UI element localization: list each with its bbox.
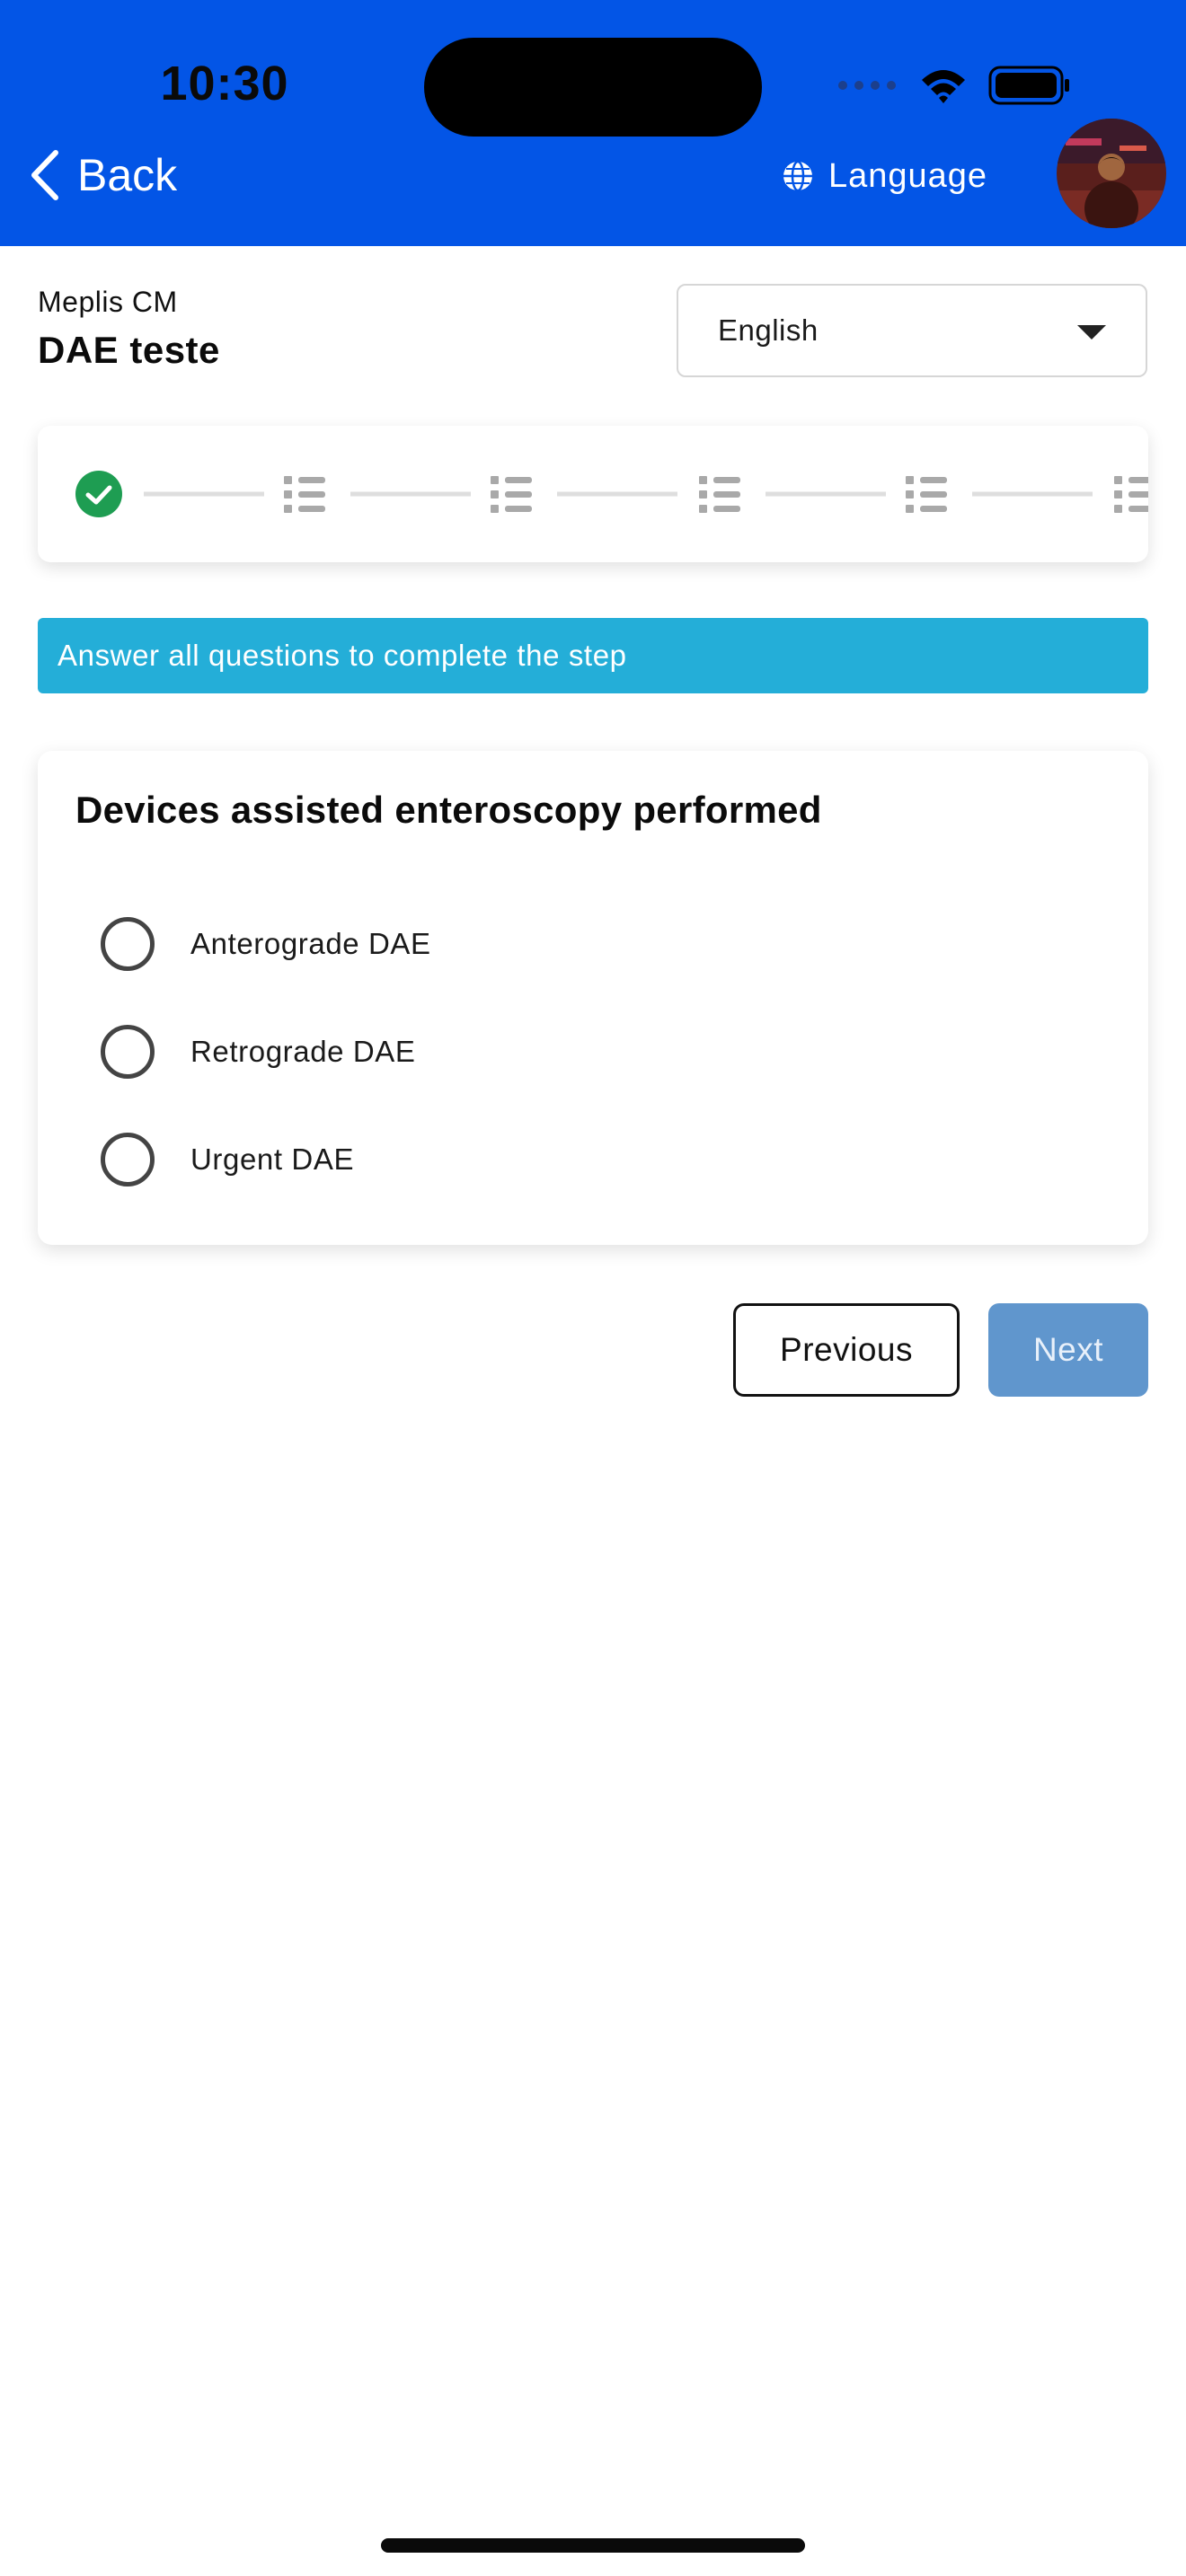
app-header: 10:30 Back Language xyxy=(0,0,1186,246)
radio-button[interactable] xyxy=(101,1025,155,1079)
radio-button[interactable] xyxy=(101,1133,155,1187)
dynamic-island xyxy=(424,38,762,137)
option-anterograde-dae[interactable]: Anterograde DAE xyxy=(101,913,431,975)
previous-button[interactable]: Previous xyxy=(733,1303,960,1397)
caret-down-icon xyxy=(1077,325,1106,340)
language-button[interactable]: Language xyxy=(782,149,987,203)
question-card: Devices assisted enteroscopy performed A… xyxy=(38,751,1148,1245)
check-circle-icon xyxy=(75,471,122,517)
option-label: Urgent DAE xyxy=(190,1142,355,1176)
chevron-left-icon xyxy=(31,150,58,200)
status-time: 10:30 xyxy=(160,57,289,110)
language-select-value: English xyxy=(718,313,819,347)
option-label: Retrograde DAE xyxy=(190,1035,416,1068)
page-title: DAE teste xyxy=(38,329,220,371)
step-3-list-icon[interactable] xyxy=(491,476,532,513)
info-banner: Answer all questions to complete the ste… xyxy=(38,618,1148,693)
status-icons xyxy=(836,63,1071,108)
back-button[interactable]: Back xyxy=(29,144,177,207)
user-avatar[interactable] xyxy=(1057,119,1166,228)
language-label: Language xyxy=(828,156,988,195)
option-label: Anterograde DAE xyxy=(190,927,431,960)
next-button[interactable]: Next xyxy=(988,1303,1148,1397)
home-indicator xyxy=(381,2538,805,2553)
step-6-list-icon[interactable] xyxy=(1114,476,1148,513)
battery-icon xyxy=(988,66,1069,105)
option-urgent-dae[interactable]: Urgent DAE xyxy=(101,1128,354,1191)
question-title: Devices assisted enteroscopy performed xyxy=(75,789,822,831)
cellular-signal-icon xyxy=(838,81,896,90)
back-label: Back xyxy=(77,150,178,200)
wifi-icon xyxy=(922,70,965,103)
step-2-list-icon[interactable] xyxy=(284,476,325,513)
option-retrograde-dae[interactable]: Retrograde DAE xyxy=(101,1020,416,1083)
step-4-list-icon[interactable] xyxy=(699,476,740,513)
progress-stepper xyxy=(38,426,1148,562)
globe-icon xyxy=(783,160,812,192)
organization-name: Meplis CM xyxy=(38,286,178,318)
step-5-list-icon[interactable] xyxy=(906,476,947,513)
radio-button[interactable] xyxy=(101,917,155,971)
avatar-photo xyxy=(1057,119,1166,228)
language-select[interactable]: English xyxy=(677,284,1147,377)
step-1-completed[interactable] xyxy=(75,471,122,517)
